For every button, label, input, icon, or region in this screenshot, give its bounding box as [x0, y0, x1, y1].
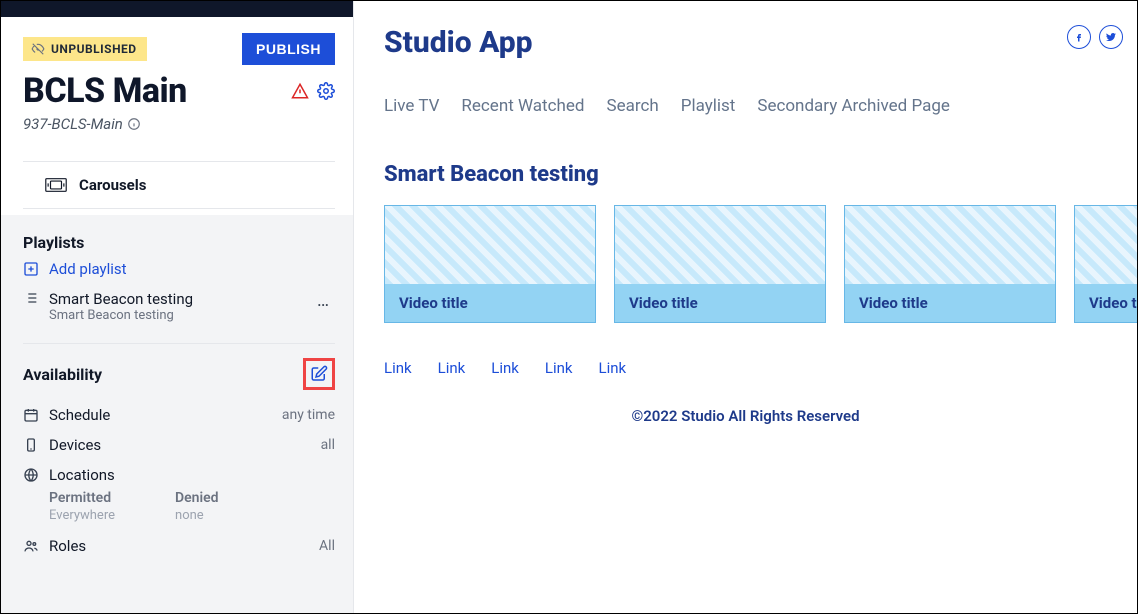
video-caption: Video title: [845, 284, 1055, 322]
footer-link[interactable]: Link: [491, 359, 519, 377]
video-card[interactable]: Video title: [384, 205, 596, 323]
denied-value: none: [175, 508, 219, 523]
footer-link[interactable]: Link: [599, 359, 627, 377]
video-cards-row: Video title Video title Video title Vide…: [384, 205, 1137, 323]
carousel-icon: [45, 177, 67, 193]
sidebar: UNPUBLISHED PUBLISH BCLS Main 937-BCLS-M…: [1, 1, 354, 613]
playlist-item-title: Smart Beacon testing: [49, 290, 303, 308]
nav-item[interactable]: Live TV: [384, 96, 439, 116]
footer-link[interactable]: Link: [438, 359, 466, 377]
video-thumb: [845, 206, 1055, 284]
edit-availability-highlight: [303, 358, 335, 390]
video-caption: Video title: [615, 284, 825, 322]
carousel-section-title: Smart Beacon testing: [384, 162, 1137, 187]
twitter-icon[interactable]: [1099, 25, 1123, 49]
devices-value: all: [321, 437, 335, 453]
main-preview: Studio App Live TV Recent Watched Search…: [354, 1, 1137, 613]
info-icon[interactable]: [127, 117, 141, 131]
locations-sub: Permitted Everywhere Denied none: [23, 490, 335, 523]
permitted-label: Permitted: [49, 490, 115, 506]
edit-icon[interactable]: [310, 365, 328, 383]
availability-roles-row: Roles All: [23, 531, 335, 561]
schedule-label: Schedule: [49, 406, 110, 424]
video-thumb: [1075, 206, 1137, 284]
playlist-item-subtitle: Smart Beacon testing: [49, 308, 303, 323]
nav-item[interactable]: Playlist: [681, 96, 736, 116]
video-thumb: [385, 206, 595, 284]
schedule-value: any time: [282, 407, 335, 423]
denied-label: Denied: [175, 490, 219, 506]
carousels-label: Carousels: [79, 176, 146, 194]
permitted-value: Everywhere: [49, 508, 115, 523]
plus-box-icon: [23, 261, 39, 277]
add-playlist-button[interactable]: Add playlist: [23, 260, 335, 278]
nav-item[interactable]: Recent Watched: [461, 96, 584, 116]
page-id-text: 937-BCLS-Main: [23, 115, 123, 133]
availability-heading: Availability: [23, 365, 102, 384]
availability-locations-row: Locations: [23, 460, 335, 490]
playlist-item[interactable]: Smart Beacon testing Smart Beacon testin…: [23, 288, 335, 325]
playlists-heading: Playlists: [23, 233, 335, 252]
devices-label: Devices: [49, 436, 101, 454]
carousels-nav-item[interactable]: Carousels: [23, 161, 335, 209]
availability-schedule-row: Schedule any time: [23, 400, 335, 430]
publish-button[interactable]: PUBLISH: [242, 33, 335, 65]
video-caption: Video title: [1075, 284, 1137, 322]
users-icon: [23, 538, 39, 554]
availability-devices-row: Devices all: [23, 430, 335, 460]
divider: [23, 343, 335, 344]
list-icon: [23, 290, 39, 306]
footer-link[interactable]: Link: [384, 359, 412, 377]
nav-item[interactable]: Search: [606, 96, 658, 116]
playlist-item-menu[interactable]: …: [313, 290, 335, 311]
gear-icon[interactable]: [317, 82, 335, 100]
video-caption: Video title: [385, 284, 595, 322]
video-card[interactable]: Video title: [614, 205, 826, 323]
calendar-icon: [23, 407, 39, 423]
roles-label: Roles: [49, 537, 86, 555]
warning-icon[interactable]: [291, 82, 309, 100]
page-id-line: 937-BCLS-Main: [23, 115, 335, 133]
footer-link[interactable]: Link: [545, 359, 573, 377]
top-dark-bar: [1, 1, 353, 17]
status-badge-label: UNPUBLISHED: [51, 42, 137, 56]
app-title: Studio App: [384, 25, 533, 60]
page-title: BCLS Main: [23, 71, 187, 111]
video-thumb: [615, 206, 825, 284]
locations-label: Locations: [49, 466, 115, 484]
preview-nav: Live TV Recent Watched Search Playlist S…: [384, 96, 1137, 116]
footer-links: Link Link Link Link Link: [384, 359, 1137, 377]
add-playlist-label: Add playlist: [49, 260, 127, 278]
device-icon: [23, 437, 39, 453]
video-card[interactable]: Video title: [1074, 205, 1137, 323]
nav-item[interactable]: Secondary Archived Page: [757, 96, 950, 116]
status-badge-unpublished: UNPUBLISHED: [23, 37, 147, 61]
eye-off-icon: [31, 42, 45, 56]
globe-icon: [23, 467, 39, 483]
video-card[interactable]: Video title: [844, 205, 1056, 323]
roles-value: All: [319, 538, 335, 554]
facebook-icon[interactable]: [1067, 25, 1091, 49]
footer-copyright: ©2022 Studio All Rights Reserved: [384, 407, 1137, 425]
